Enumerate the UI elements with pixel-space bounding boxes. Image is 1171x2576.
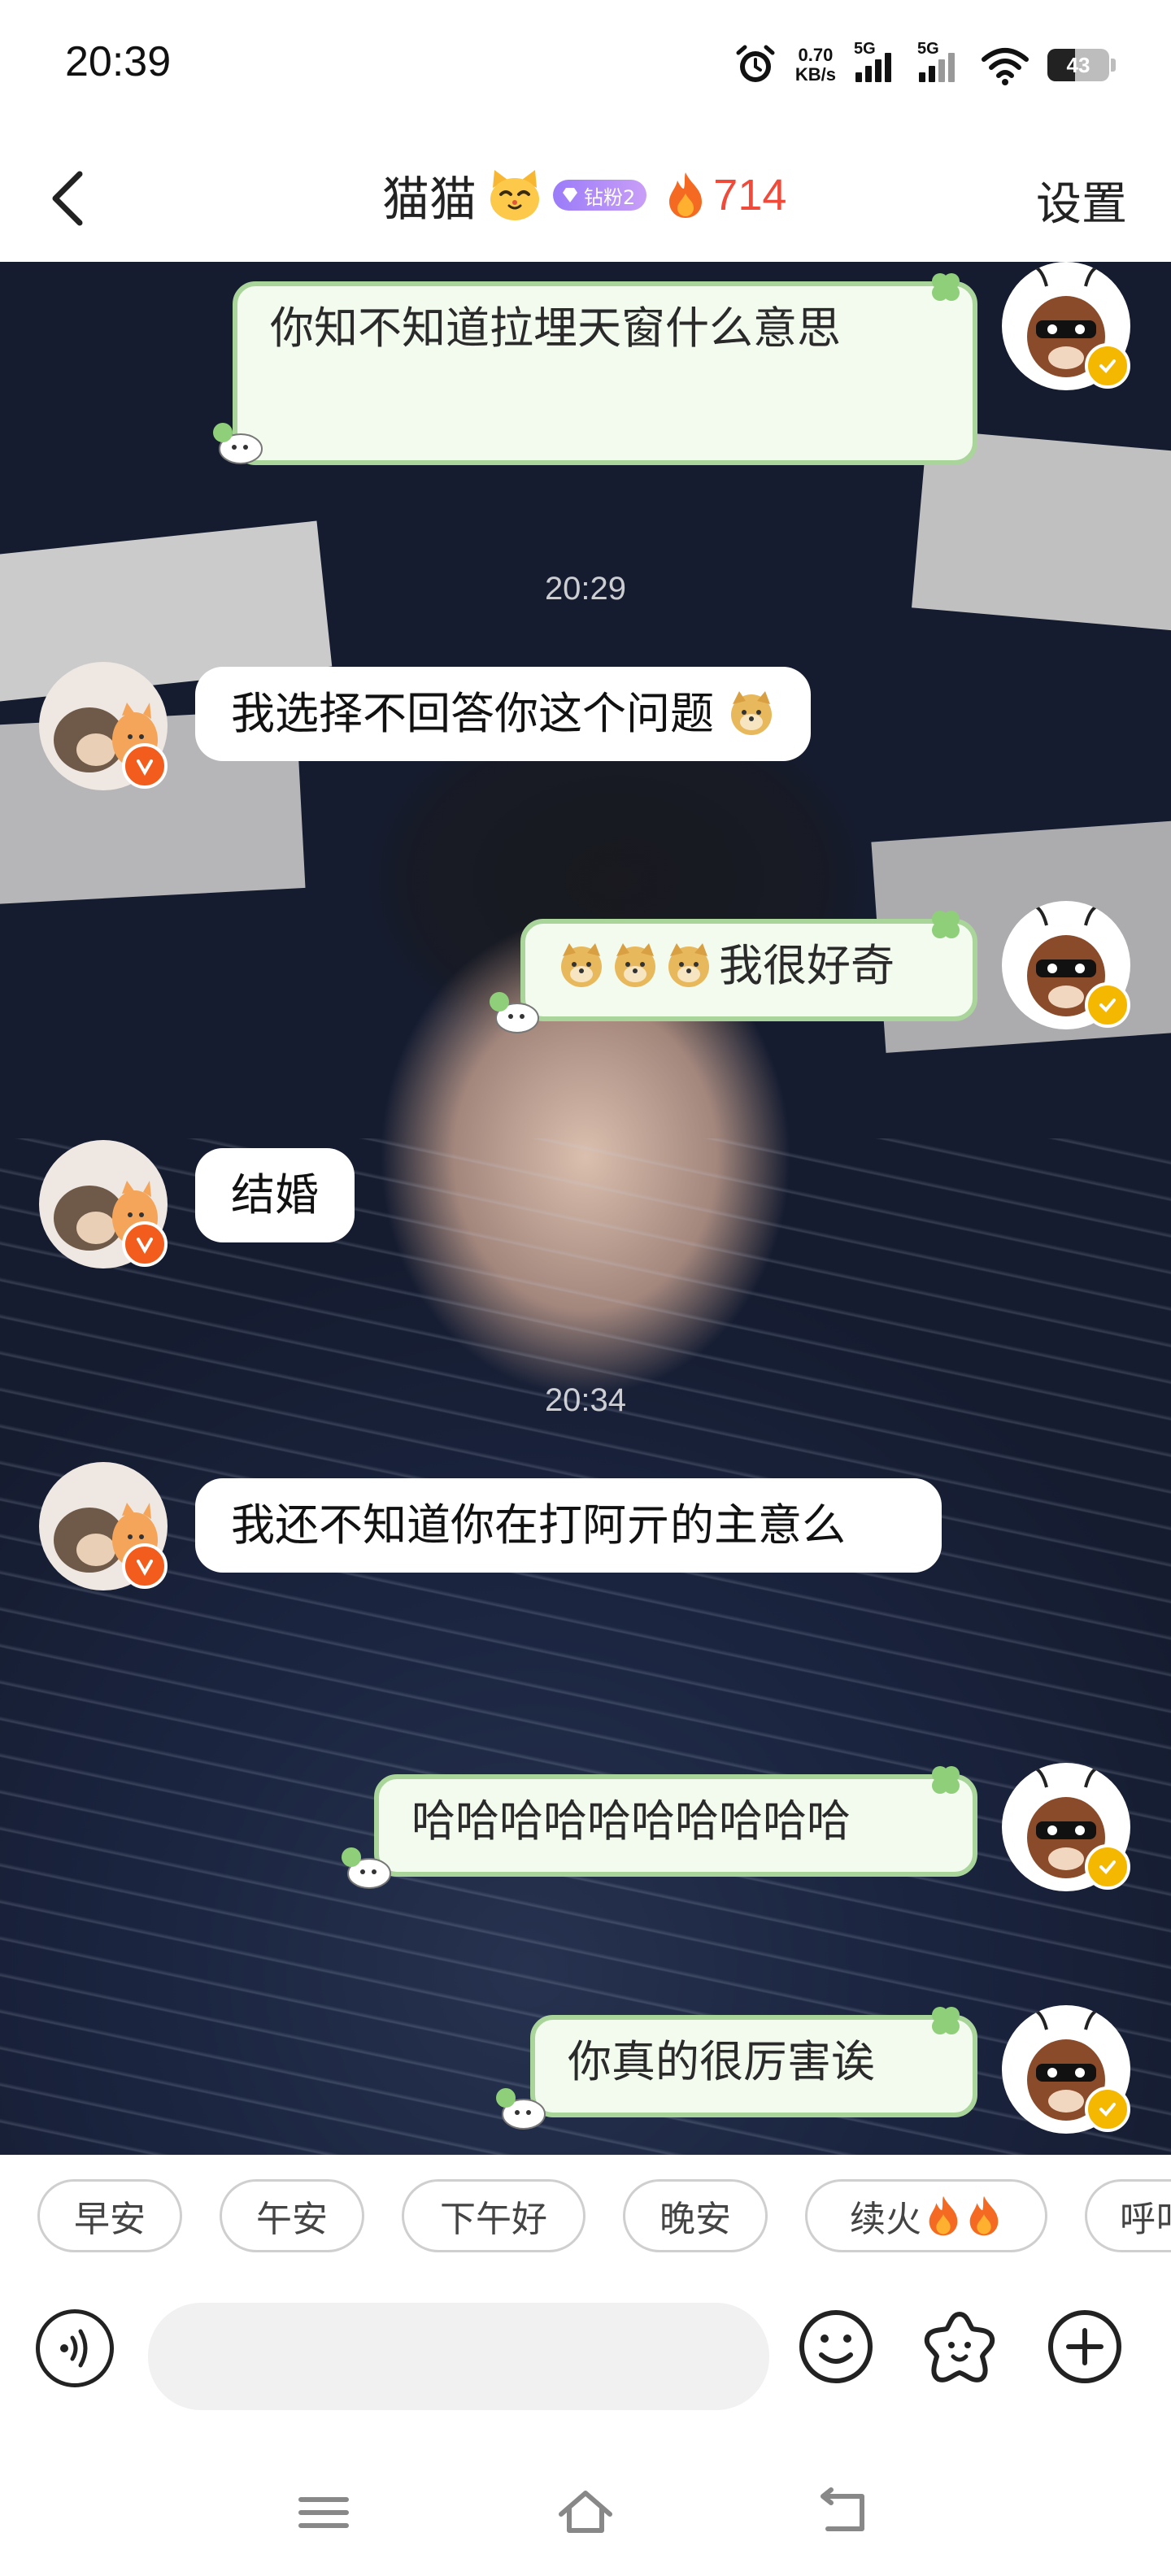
clover-icon: [932, 2007, 960, 2034]
quick-reply-chip[interactable]: 呼叫: [1085, 2179, 1171, 2252]
home-icon[interactable]: [553, 2480, 618, 2545]
net-speed: 0.70 KB/s: [794, 45, 836, 85]
flame-icon: [969, 2195, 999, 2236]
clover-icon: [932, 911, 960, 938]
contact-avatar[interactable]: [39, 1140, 168, 1268]
flame-icon: [929, 2195, 958, 2236]
message-bubble-incoming[interactable]: 我还不知道你在打阿亓的主意么: [195, 1478, 942, 1573]
verified-badge-icon: [122, 743, 168, 789]
message-bubble-outgoing[interactable]: 你真的很厉害诶: [530, 2015, 977, 2117]
message-bubble-incoming[interactable]: 结婚: [195, 1148, 355, 1242]
doge-emoji-icon: [731, 691, 773, 735]
status-icons: 0.70 KB/s 5G 5G 43: [734, 40, 1116, 89]
sticker-button[interactable]: [919, 2306, 1000, 2387]
chat-area[interactable]: 你知不知道拉埋天窗什么意思 20:29 我选择不回答你这个问题 我很好奇 结婚 …: [0, 262, 1171, 2155]
quick-reply-chip[interactable]: 下午好: [402, 2179, 586, 2252]
signal-5g-2-icon: 5G: [917, 40, 963, 85]
alarm-icon: [736, 45, 775, 82]
quick-reply-chip[interactable]: 续火: [805, 2179, 1047, 2252]
contact-avatar[interactable]: [39, 662, 168, 790]
plus-circle-icon: [1048, 2310, 1121, 2383]
bunny-mascot-icon: [342, 1847, 391, 1889]
status-bar: 20:39 0.70 KB/s 5G 5G 43: [0, 0, 1171, 130]
timestamp: 20:34: [544, 1382, 627, 1418]
my-avatar[interactable]: [1002, 2005, 1130, 2134]
my-avatar[interactable]: [1002, 901, 1130, 1029]
bunny-mascot-icon: [496, 2088, 546, 2130]
input-bar: [0, 2261, 1171, 2456]
verified-badge-icon: [1085, 982, 1130, 1028]
clover-icon: [932, 273, 960, 301]
battery-icon: 43: [1047, 49, 1116, 81]
my-avatar[interactable]: [1002, 262, 1130, 390]
fan-level-badge[interactable]: 钻粉2: [553, 180, 647, 211]
status-time: 20:39: [65, 38, 172, 85]
signal-5g-1-icon: 5G: [854, 40, 899, 85]
bunny-mascot-icon: [213, 423, 263, 464]
bunny-mascot-icon: [490, 992, 539, 1033]
quick-reply-chip[interactable]: 午安: [220, 2179, 364, 2252]
chat-title: 猫猫: [382, 172, 477, 227]
quick-reply-chip[interactable]: 晚安: [623, 2179, 768, 2252]
chat-header: 猫猫 钻粉2 714 设置: [0, 130, 1171, 262]
message-bubble-outgoing[interactable]: 我很好奇: [520, 919, 977, 1021]
verified-badge-icon: [1085, 343, 1130, 389]
quick-reply-bar: 早安 午安 下午好 晚安 续火 呼叫: [0, 2155, 1171, 2261]
verified-badge-icon: [122, 1543, 168, 1589]
settings-button[interactable]: 设置: [1036, 168, 1127, 233]
contact-avatar[interactable]: [39, 1462, 168, 1590]
chat-title-group: 猫猫 钻粉2 714: [382, 154, 786, 236]
background-shirt-stripes: [0, 1138, 1171, 2155]
system-navigation-bar: [0, 2456, 1171, 2576]
verified-badge-icon: [122, 1221, 168, 1267]
clover-icon: [932, 1766, 960, 1794]
add-button[interactable]: [1044, 2306, 1125, 2387]
timestamp: 20:29: [544, 571, 627, 607]
back-button[interactable]: [33, 158, 114, 239]
voice-button[interactable]: [36, 2309, 114, 2387]
message-bubble-outgoing[interactable]: 你知不知道拉埋天窗什么意思: [233, 281, 977, 465]
emoji-button[interactable]: [795, 2306, 877, 2387]
chevron-left-icon: [52, 171, 83, 226]
streak-count: 714: [713, 171, 787, 220]
flower-sticker-icon: [924, 2312, 995, 2382]
quick-reply-chip[interactable]: 早安: [37, 2179, 182, 2252]
verified-badge-icon: [1085, 1844, 1130, 1890]
menu-icon[interactable]: [291, 2480, 356, 2545]
cat-emoji-icon: [490, 170, 540, 220]
message-bubble-incoming[interactable]: 我选择不回答你这个问题: [195, 667, 812, 761]
wifi-icon: [982, 48, 1029, 85]
message-input[interactable]: [148, 2303, 769, 2410]
doge-emoji-icon: [615, 943, 655, 987]
voice-wave-icon: [60, 2329, 88, 2368]
smiley-icon: [799, 2310, 873, 2383]
doge-emoji-icon: [668, 943, 709, 987]
doge-emoji-icon: [561, 943, 602, 987]
verified-badge-icon: [1085, 2086, 1130, 2132]
back-nav-icon[interactable]: [812, 2480, 877, 2545]
flame-icon: [669, 172, 703, 218]
diamond-icon: [563, 188, 578, 202]
my-avatar[interactable]: [1002, 1763, 1130, 1891]
message-bubble-outgoing[interactable]: 哈哈哈哈哈哈哈哈哈哈: [374, 1774, 977, 1877]
